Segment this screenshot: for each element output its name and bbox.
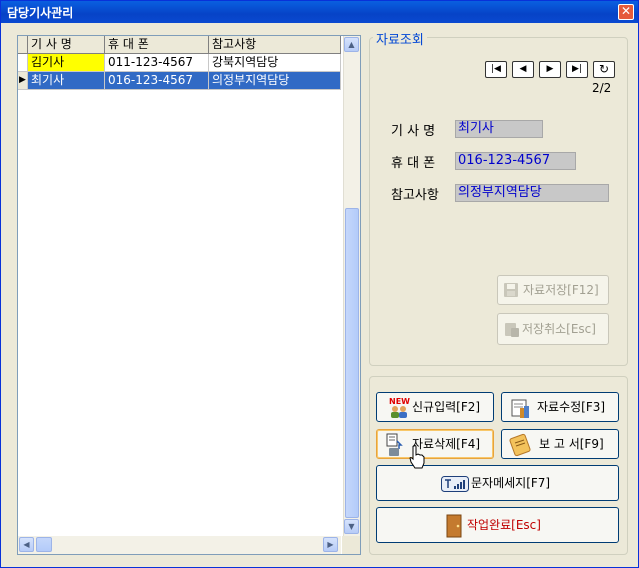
sms-button-label: 문자메세지[F7] [471, 476, 551, 490]
nav-first-button[interactable]: |◀ [485, 61, 507, 78]
report-button[interactable]: 보 고 서[F9] [501, 429, 619, 459]
cell-name[interactable]: 김기사 [28, 54, 105, 72]
finish-button-label: 작업완료[Esc] [467, 518, 541, 532]
cell-phone[interactable]: 011-123-4567 [105, 54, 209, 72]
column-header-phone[interactable]: 휴 대 폰 [105, 36, 209, 54]
cancel-save-button-label: 저장취소[Esc] [522, 322, 596, 336]
scrollbar-corner [342, 536, 360, 554]
scroll-left-button[interactable]: ◀ [19, 537, 34, 552]
report-button-label: 보 고 서[F9] [539, 437, 604, 451]
nav-next-button[interactable]: ▶ [539, 61, 561, 78]
scroll-up-button[interactable]: ▲ [344, 37, 359, 52]
cancel-save-button[interactable]: 저장취소[Esc] [497, 313, 609, 345]
vertical-scrollbar[interactable]: ▲ ▼ [343, 36, 360, 536]
row-indicator: ▶ [18, 72, 28, 90]
row-indicator [18, 54, 28, 72]
cell-name[interactable]: 최기사 [28, 72, 105, 90]
horizontal-scroll-thumb[interactable] [36, 537, 52, 552]
cell-note[interactable]: 의정부지역담당 [209, 72, 341, 90]
lookup-legend: 자료조회 [373, 29, 427, 48]
sms-signal-icon [441, 476, 469, 492]
edit-button-label: 자료수정[F3] [537, 400, 606, 414]
nav-prev-button[interactable]: ◀ [512, 61, 534, 78]
cell-phone[interactable]: 016-123-4567 [105, 72, 209, 90]
record-counter: 2/2 [592, 81, 612, 95]
delete-button[interactable]: 자료삭제[F4] [376, 429, 494, 459]
grid-viewport: 기 사 명 휴 대 폰 참고사항 김기사 011-123-4567 강북지역담당… [18, 36, 341, 536]
report-icon [509, 433, 531, 457]
hand-cursor-icon [409, 445, 425, 469]
grid-header: 기 사 명 휴 대 폰 참고사항 [18, 36, 341, 54]
cell-note[interactable]: 강북지역담당 [209, 54, 341, 72]
driver-grid[interactable]: 기 사 명 휴 대 폰 참고사항 김기사 011-123-4567 강북지역담당… [17, 35, 361, 555]
exit-door-icon [446, 514, 462, 538]
phone-value: 016-123-4567 [455, 152, 576, 170]
new-entry-button-label: 신규입력[F2] [412, 400, 481, 414]
name-label: 기 사 명 [391, 124, 436, 139]
scroll-down-button[interactable]: ▼ [344, 519, 359, 534]
column-header-name[interactable]: 기 사 명 [28, 36, 105, 54]
close-button[interactable]: ✕ [618, 4, 634, 20]
note-label: 참고사항 [391, 188, 439, 203]
horizontal-scrollbar[interactable]: ◀ ▶ [18, 536, 341, 554]
title-bar[interactable]: 담당기사관리 ✕ [1, 1, 638, 23]
header-indicator-cell [18, 36, 28, 54]
table-row[interactable]: 김기사 011-123-4567 강북지역담당 [18, 54, 341, 72]
nav-refresh-button[interactable]: ↻ [593, 61, 615, 78]
new-entry-button[interactable]: NEW 신규입력[F2] [376, 392, 494, 422]
note-value: 의정부지역담당 [455, 184, 609, 202]
column-header-note[interactable]: 참고사항 [209, 36, 341, 54]
nav-last-button[interactable]: ▶| [566, 61, 588, 78]
sms-button[interactable]: 문자메세지[F7] [376, 465, 619, 501]
driver-management-window: 담당기사관리 ✕ 기 사 명 휴 대 폰 참고사항 김기사 011-123-45… [0, 0, 639, 568]
client-area: 기 사 명 휴 대 폰 참고사항 김기사 011-123-4567 강북지역담당… [5, 27, 634, 563]
name-value: 최기사 [455, 120, 543, 138]
table-row[interactable]: ▶ 최기사 016-123-4567 의정부지역담당 [18, 72, 341, 90]
cancel-save-icon [505, 323, 519, 337]
edit-button[interactable]: 자료수정[F3] [501, 392, 619, 422]
save-button[interactable]: 자료저장[F12] [497, 275, 609, 305]
new-badge-text: NEW [389, 397, 410, 406]
finish-button[interactable]: 작업완료[Esc] [376, 507, 619, 543]
floppy-disk-icon [504, 283, 518, 297]
new-users-icon: NEW [389, 397, 410, 418]
window-title: 담당기사관리 [7, 6, 74, 20]
save-button-label: 자료저장[F12] [523, 283, 599, 297]
vertical-scroll-thumb[interactable] [345, 208, 359, 518]
scroll-right-button[interactable]: ▶ [323, 537, 338, 552]
delete-list-icon [386, 433, 403, 456]
edit-tools-icon [511, 399, 529, 418]
phone-label: 휴 대 폰 [391, 156, 436, 171]
